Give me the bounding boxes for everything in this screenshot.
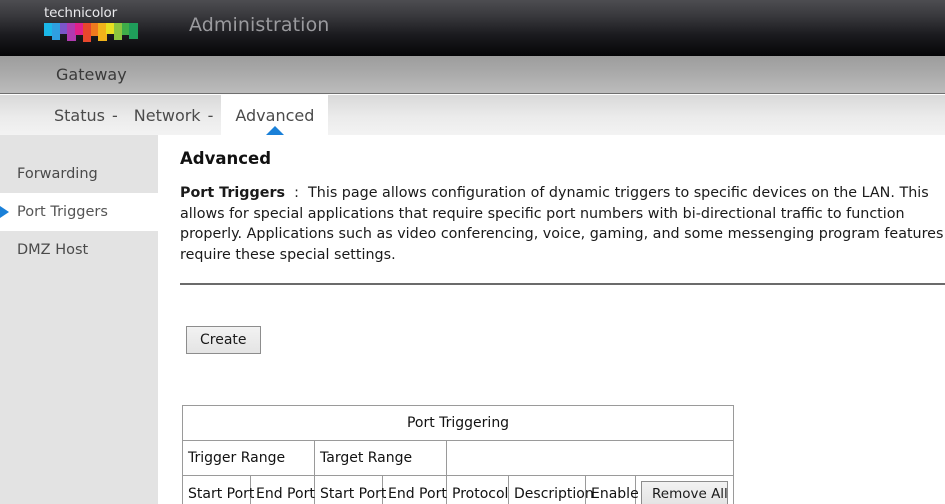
sidebar-item-label: Port Triggers xyxy=(17,204,108,220)
table-group-header-row: Trigger Range Target Range xyxy=(182,440,735,476)
tab-advanced[interactable]: Advanced xyxy=(221,95,329,135)
gateway-section-bar: Gateway xyxy=(0,56,945,94)
column-header-trigger-start-port: Start Port xyxy=(182,475,254,504)
tab-dropdown-caret-icon: - xyxy=(207,105,214,125)
sidebar-nav: Forwarding Port Triggers DMZ Host xyxy=(0,135,158,504)
sidebar-item-forwarding[interactable]: Forwarding xyxy=(0,155,158,193)
sidebar-item-dmz-host[interactable]: DMZ Host xyxy=(0,231,158,269)
column-header-trigger-end-port: End Port xyxy=(250,475,315,504)
column-header-target-end-port: End Port xyxy=(382,475,447,504)
active-tab-pointer-icon xyxy=(265,126,284,135)
main-content: Advanced Port Triggers : This page allow… xyxy=(158,135,945,504)
content-divider xyxy=(180,283,945,285)
description-label: Port Triggers xyxy=(180,185,286,201)
sidebar-item-label: Forwarding xyxy=(17,166,98,182)
tab-list: Status - Network - Advanced xyxy=(46,95,329,135)
logo-bar-11 xyxy=(129,23,138,39)
port-triggering-table: Port Triggering Trigger Range Target Ran… xyxy=(181,405,735,504)
table-caption-row: Port Triggering xyxy=(181,405,735,441)
app-title: Administration xyxy=(189,14,330,36)
brand-wordmark: technicolor xyxy=(44,5,117,21)
tab-status[interactable]: Status - xyxy=(46,95,126,135)
tab-network[interactable]: Network - xyxy=(126,95,222,135)
page-root: technicolor Administration Gateway Statu… xyxy=(0,0,945,504)
remove-all-button[interactable]: Remove All xyxy=(641,480,729,504)
sidebar-item-port-triggers[interactable]: Port Triggers xyxy=(0,193,158,231)
sidebar-item-label: DMZ Host xyxy=(17,242,89,258)
column-header-enable: Enable xyxy=(585,475,639,504)
column-header-target-start-port: Start Port xyxy=(314,475,386,504)
tab-label: Advanced xyxy=(235,105,315,125)
table-column-header-row: Start Port End Port Start Port End Port … xyxy=(182,475,735,504)
logo-color-bars-icon xyxy=(44,23,138,43)
technicolor-logo[interactable]: technicolor xyxy=(44,6,140,48)
table-caption: Port Triggering xyxy=(181,405,735,441)
page-description: Port Triggers : This page allows configu… xyxy=(180,183,945,265)
port-triggering-table-wrap: Port Triggering Trigger Range Target Ran… xyxy=(181,405,735,504)
remove-all-cell: Remove All xyxy=(634,475,735,504)
tab-label: Status xyxy=(54,105,105,125)
column-header-protocol: Protocol xyxy=(446,475,509,504)
group-header-trigger-range: Trigger Range xyxy=(182,440,315,476)
column-header-description: Description xyxy=(508,475,594,504)
main-tabstrip: Status - Network - Advanced xyxy=(0,95,945,135)
group-header-blank xyxy=(445,440,735,476)
create-button[interactable]: Create xyxy=(186,326,261,354)
group-header-target-range: Target Range xyxy=(314,440,447,476)
page-title: Advanced xyxy=(180,149,271,168)
top-header-bar: technicolor Administration xyxy=(0,0,945,56)
sidebar-selection-arrow-icon xyxy=(0,206,9,218)
description-separator xyxy=(285,185,294,201)
tab-dropdown-caret-icon: - xyxy=(111,105,118,125)
tab-label: Network xyxy=(133,105,201,125)
gateway-label: Gateway xyxy=(56,65,127,84)
